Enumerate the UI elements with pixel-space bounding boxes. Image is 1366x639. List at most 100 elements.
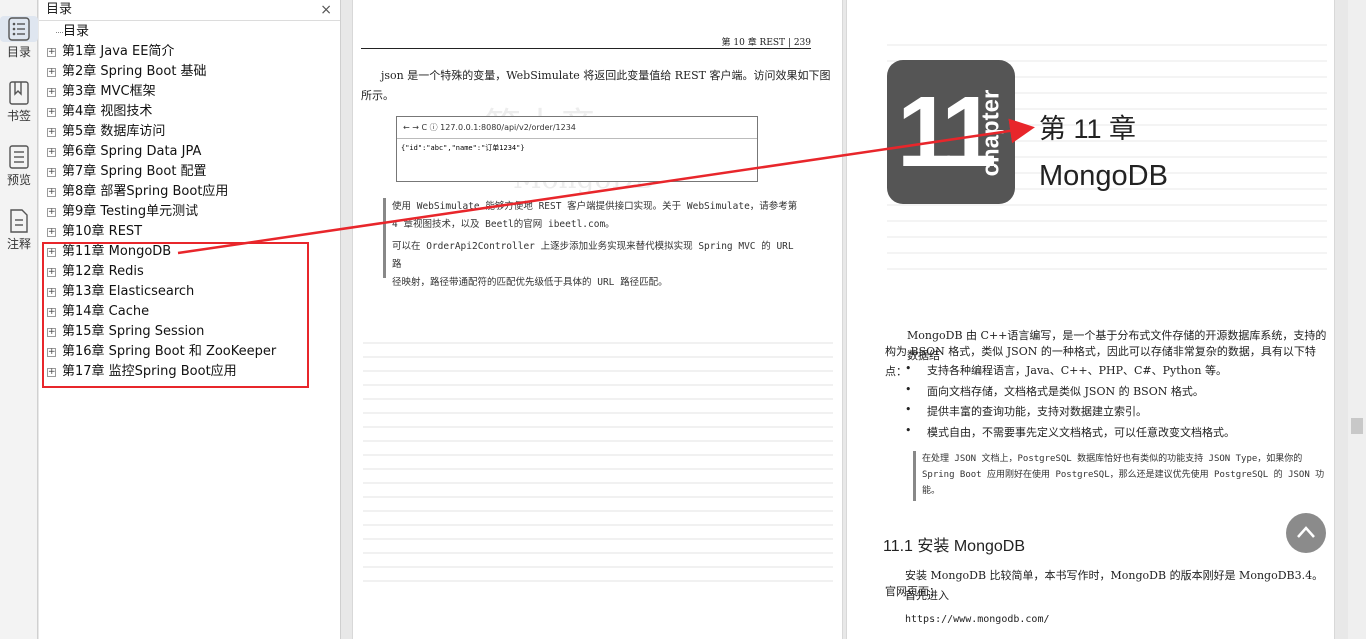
vertical-scrollbar[interactable] — [1348, 0, 1366, 639]
toc-item-chapter-8[interactable]: + 第8章 部署Spring Boot应用 — [39, 182, 329, 202]
tree-connector — [56, 32, 63, 33]
toc-item-chapter-13[interactable]: + 第13章 Elasticsearch — [39, 282, 329, 302]
toc-item-chapter-16[interactable]: + 第16章 Spring Boot 和 ZooKeeper — [39, 342, 329, 362]
note-line: 径映射，路径带通配符的匹配优先级低于具体的 URL 路径匹配。 — [392, 277, 668, 288]
expand-icon[interactable]: + — [47, 268, 56, 277]
expand-icon[interactable]: + — [47, 288, 56, 297]
scroll-to-top-button[interactable] — [1286, 513, 1326, 553]
chapter-title: 第 11 章 — [1039, 114, 1137, 144]
toc-item-label: 第2章 Spring Boot 基础 — [62, 64, 207, 79]
paragraph-line: 所示。 — [361, 89, 394, 102]
toc-item-chapter-6[interactable]: + 第6章 Spring Data JPA — [39, 142, 329, 162]
toc-item-label: 第3章 MVC框架 — [62, 84, 156, 99]
toc-item-chapter-11[interactable]: + 第11章 MongoDB — [39, 242, 329, 262]
toc-item-chapter-2[interactable]: + 第2章 Spring Boot 基础 — [39, 62, 329, 82]
toc-item-chapter-5[interactable]: + 第5章 数据库访问 — [39, 122, 329, 142]
paragraph-line: 官网页面： — [885, 585, 940, 598]
rail-annotation-button[interactable]: 注释 — [0, 208, 38, 252]
page-header: 第 10 章 REST | 239 — [361, 35, 811, 49]
rail-annotation-label: 注释 — [6, 237, 31, 251]
toc-item-label: 第5章 数据库访问 — [62, 124, 166, 139]
rail-preview-button[interactable]: 预览 — [0, 144, 38, 188]
toc-item-chapter-4[interactable]: + 第4章 视图技术 — [39, 102, 329, 122]
paragraph-line: 安装 MongoDB 比较简单，本书写作时，MongoDB 的版本刚好是 Mon… — [905, 569, 1324, 602]
bullet-item: 支持各种编程语言，Java、C++、PHP、C#、Python 等。 — [905, 362, 1227, 378]
toc-item-chapter-3[interactable]: + 第3章 MVC框架 — [39, 82, 329, 102]
left-rail: 目录 书签 预览 注释 — [0, 0, 38, 639]
expand-icon[interactable]: + — [47, 48, 56, 57]
expand-icon[interactable]: + — [47, 188, 56, 197]
preview-icon — [9, 145, 29, 169]
toc-item-chapter-15[interactable]: + 第15章 Spring Session — [39, 322, 329, 342]
rail-toc-label: 目录 — [6, 45, 31, 59]
list-icon — [8, 17, 30, 41]
toc-item-label: 第11章 MongoDB — [62, 244, 172, 259]
note-block: 使用 WebSimulate 能够方便地 REST 客户端提供接口实现。关于 W… — [383, 198, 803, 288]
toc-item-label: 第17章 监控Spring Boot应用 — [62, 364, 237, 379]
toc-item-label: 第10章 REST — [62, 224, 143, 239]
scrollbar-thumb[interactable] — [1351, 418, 1363, 434]
note-line: 使用 WebSimulate 能够方便地 REST 客户端提供接口实现。关于 W… — [392, 201, 798, 212]
expand-icon[interactable]: + — [47, 248, 56, 257]
bullet-item: 模式自由，不需要事先定义文档格式，可以任意改变文档格式。 — [905, 424, 1235, 440]
expand-icon[interactable]: + — [47, 368, 56, 377]
toc-item-chapter-12[interactable]: + 第12章 Redis — [39, 262, 329, 282]
annotation-icon — [10, 209, 28, 233]
expand-icon[interactable]: + — [47, 148, 56, 157]
expand-icon[interactable]: + — [47, 228, 56, 237]
toc-panel-title: 目录 — [46, 2, 73, 17]
expand-icon[interactable]: + — [47, 168, 56, 177]
toc-item-label: 第7章 Spring Boot 配置 — [62, 164, 207, 179]
bullet-item: 提供丰富的查询功能，支持对数据建立索引。 — [905, 403, 1147, 419]
expand-icon[interactable]: + — [47, 68, 56, 77]
expand-icon[interactable]: + — [47, 308, 56, 317]
toc-item-label: 第14章 Cache — [62, 304, 150, 319]
note-line: 在处理 JSON 文档上，PostgreSQL 数据库恰好也有类似的功能支持 J… — [922, 454, 1303, 464]
toc-root-item[interactable]: 目录 — [39, 22, 329, 42]
faded-back-page-text — [363, 330, 833, 590]
note-line: 4 章视图技术，以及 Beetl的官网 ibeetl.com。 — [392, 219, 615, 230]
toc-item-chapter-14[interactable]: + 第14章 Cache — [39, 302, 329, 322]
toc-item-label: 第13章 Elasticsearch — [62, 284, 195, 299]
toc-item-chapter-1[interactable]: + 第1章 Java EE简介 — [39, 42, 329, 62]
expand-icon[interactable]: + — [47, 348, 56, 357]
note-line: 能。 — [922, 486, 941, 496]
toc-item-chapter-9[interactable]: + 第9章 Testing单元测试 — [39, 202, 329, 222]
pdf-page-left: 第十章 MongoDB 第 10 章 REST | 239 json 是一个特殊… — [352, 0, 843, 639]
close-icon[interactable]: × — [320, 0, 332, 20]
toc-item-label: 第15章 Spring Session — [62, 324, 205, 339]
note-line: 可以在 OrderApi2Controller 上逐步添加业务实现来替代模拟实现… — [392, 241, 794, 270]
toc-item-label: 第9章 Testing单元测试 — [62, 204, 199, 219]
chapter-logo: 11 chapter — [887, 60, 1015, 204]
url-text: https://www.mongodb.com/ — [905, 614, 1050, 625]
browser-screenshot: ← → C ⓘ 127.0.0.1:8080/api/v2/order/1234… — [396, 116, 758, 182]
rail-toc-button[interactable]: 目录 — [0, 16, 38, 60]
toc-item-chapter-17[interactable]: + 第17章 监控Spring Boot应用 — [39, 362, 329, 382]
paragraph-line: json 是一个特殊的变量，WebSimulate 将返回此变量值给 REST … — [381, 69, 831, 82]
pdf-page-right: 11 chapter 第 11 章 MongoDB MongoDB 由 C++语… — [846, 0, 1335, 639]
section-heading: 11.1 安装 MongoDB — [883, 538, 1025, 555]
toc-panel: 目录 × 目录 + 第1章 Java EE简介 + 第2章 Spring Boot 基础… — [39, 0, 341, 639]
rail-preview-label: 预览 — [6, 173, 31, 187]
rail-bookmark-button[interactable]: 书签 — [0, 80, 38, 124]
toc-item-label: 目录 — [63, 24, 90, 39]
toc-item-chapter-7[interactable]: + 第7章 Spring Boot 配置 — [39, 162, 329, 182]
bullet-item: 面向文档存储，文档格式是类似 JSON 的 BSON 格式。 — [905, 383, 1204, 399]
expand-icon[interactable]: + — [47, 128, 56, 137]
expand-icon[interactable]: + — [47, 208, 56, 217]
toc-item-label: 第6章 Spring Data JPA — [62, 144, 202, 159]
expand-icon[interactable]: + — [47, 108, 56, 117]
toc-item-label: 第16章 Spring Boot 和 ZooKeeper — [62, 344, 277, 359]
chapter-logo-word: chapter — [977, 89, 1005, 177]
expand-icon[interactable]: + — [47, 328, 56, 337]
toc-item-label: 第4章 视图技术 — [62, 104, 153, 119]
chevron-up-icon — [1297, 526, 1315, 538]
toc-item-label: 第1章 Java EE简介 — [62, 44, 175, 59]
note-block: 在处理 JSON 文档上，PostgreSQL 数据库恰好也有类似的功能支持 J… — [913, 451, 1333, 501]
chapter-subtitle: MongoDB — [1039, 160, 1168, 192]
toc-item-chapter-10[interactable]: + 第10章 REST — [39, 222, 329, 242]
json-output: {"id":"abc","name":"订单1234"} — [401, 144, 525, 152]
rail-bookmark-label: 书签 — [6, 109, 31, 123]
browser-address-bar: ← → C ⓘ 127.0.0.1:8080/api/v2/order/1234 — [397, 117, 757, 139]
expand-icon[interactable]: + — [47, 88, 56, 97]
